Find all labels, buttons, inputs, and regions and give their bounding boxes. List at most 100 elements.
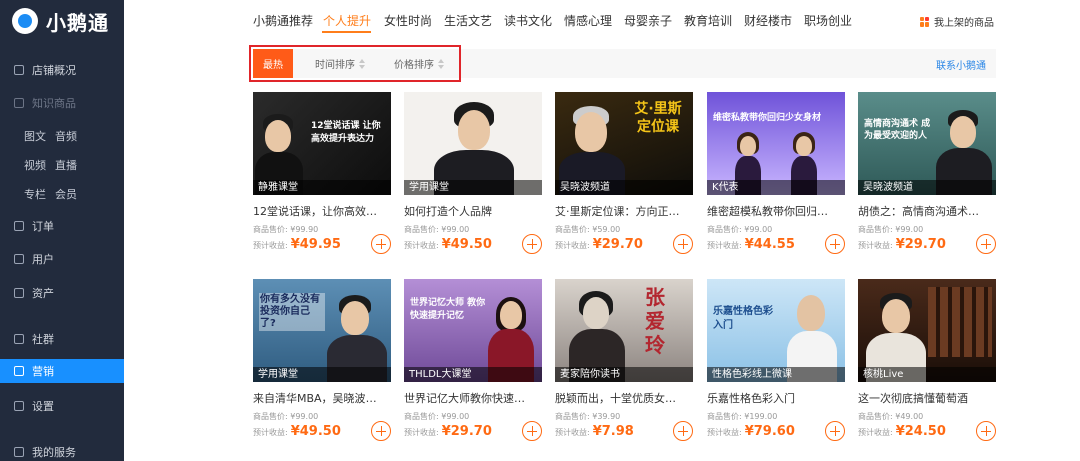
sidebar-item-label: 设置: [32, 400, 54, 413]
earn-prefix: 预计收益:: [253, 241, 288, 250]
thumb-banner: 维密私教带你回归少女身材: [713, 113, 822, 123]
thumb-banner: 你有多久没有 投资你自己了?: [259, 293, 325, 331]
wine-shelf-shape: [928, 287, 992, 357]
sidebar-item-assets[interactable]: 资产: [0, 281, 124, 305]
add-to-shelf-button[interactable]: [522, 421, 542, 441]
product-card[interactable]: 维密私教带你回归少女身材 K代表 维密超模私教带你回归少... 商品售价: ¥9…: [707, 92, 845, 254]
tab-career[interactable]: 职场创业: [804, 12, 852, 29]
tab-reading-culture[interactable]: 读书文化: [504, 12, 552, 29]
earn-prefix: 预计收益:: [858, 241, 893, 250]
thumb-banner: 12堂说话课 让你高效提升表达力: [311, 121, 381, 144]
tab-education[interactable]: 教育培训: [684, 12, 732, 29]
product-thumbnail: 世界记忆大师 教你快速提升记忆 THLDL大课堂: [404, 279, 542, 382]
sidebar-item-shop-overview[interactable]: 店铺概况: [0, 58, 124, 82]
price-value: ¥99.90: [290, 225, 319, 234]
user-icon: [14, 254, 24, 264]
shelf-icon: [920, 16, 930, 27]
product-card[interactable]: 世界记忆大师 教你快速提升记忆 THLDL大课堂 世界记亿大师教你快速提... …: [404, 279, 542, 441]
add-to-shelf-button[interactable]: [371, 234, 391, 254]
price-value: ¥99.00: [290, 412, 319, 421]
my-shelf-link[interactable]: 我上架的商品: [920, 14, 994, 29]
product-price: 商品售价: ¥199.00: [707, 411, 845, 422]
add-to-shelf-button[interactable]: [522, 234, 542, 254]
sidebar-subitem-live[interactable]: 直播: [55, 157, 77, 173]
product-price: 商品售价: ¥99.00: [858, 224, 996, 235]
product-price: 商品售价: ¥39.90: [555, 411, 693, 422]
tab-self-improvement[interactable]: 个人提升: [323, 12, 371, 29]
sidebar-item-knowledge-products[interactable]: 知识商品: [0, 91, 124, 115]
tab-life-arts[interactable]: 生活文艺: [444, 12, 492, 29]
sidebar: 小鹅通 店铺概况 知识商品 图文 音频 视频 直播 专栏 会员 订单 用户 资产…: [0, 0, 124, 461]
tab-parenting[interactable]: 母婴亲子: [624, 12, 672, 29]
product-title: 艾·里斯定位课：方向正确...: [555, 205, 681, 218]
product-card[interactable]: 学用课堂 如何打造个人品牌 商品售价: ¥99.00 预计收益: ¥49.50: [404, 92, 542, 254]
sidebar-item-users[interactable]: 用户: [0, 247, 124, 271]
add-to-shelf-button[interactable]: [673, 421, 693, 441]
thumb-banner: 世界记忆大师 教你快速提升记忆: [410, 298, 486, 321]
sidebar-item-orders[interactable]: 订单: [0, 214, 124, 238]
contact-link[interactable]: 联系小鹅通: [936, 57, 986, 72]
product-thumbnail: 乐嘉性格色彩 入门 性格色彩线上微课: [707, 279, 845, 382]
price-value: ¥99.00: [895, 225, 924, 234]
sidebar-subrow: 专栏 会员: [24, 186, 77, 202]
earn-prefix: 预计收益:: [555, 241, 590, 250]
add-to-shelf-button[interactable]: [976, 234, 996, 254]
thumb-banner: 高情商沟通术 成为最受欢迎的人: [864, 119, 931, 141]
thumb-label: 吴晓波频道: [555, 180, 693, 195]
app-name: 小鹅通: [46, 10, 109, 35]
order-icon: [14, 221, 24, 231]
earn-prefix: 预计收益:: [707, 241, 742, 250]
product-price: 商品售价: ¥49.00: [858, 411, 996, 422]
product-card[interactable]: 你有多久没有 投资你自己了? 学用课堂 来自清华MBA，吴晓波推... 商品售价…: [253, 279, 391, 441]
product-thumbnail: 高情商沟通术 成为最受欢迎的人 吴晓波频道: [858, 92, 996, 195]
price-prefix: 商品售价:: [707, 412, 745, 421]
marketing-icon: [14, 366, 24, 376]
tab-women-fashion[interactable]: 女性时尚: [384, 12, 432, 29]
sidebar-subrow: 图文 音频: [24, 128, 77, 144]
price-prefix: 商品售价:: [707, 225, 745, 234]
product-card[interactable]: 艾·里斯 定位课 吴晓波频道 艾·里斯定位课：方向正确... 商品售价: ¥59…: [555, 92, 693, 254]
add-to-shelf-button[interactable]: [976, 421, 996, 441]
sidebar-item-settings[interactable]: 设置: [0, 394, 124, 418]
add-to-shelf-button[interactable]: [825, 421, 845, 441]
product-card[interactable]: 乐嘉性格色彩 入门 性格色彩线上微课 乐嘉性格色彩入门 商品售价: ¥199.0…: [707, 279, 845, 441]
sidebar-subitem-column[interactable]: 专栏: [24, 186, 46, 202]
tab-recommend[interactable]: 小鹅通推荐: [253, 12, 313, 29]
heart-icon: [14, 447, 24, 457]
portrait-shape: [500, 301, 522, 329]
sidebar-subitem-video[interactable]: 视频: [24, 157, 46, 173]
sidebar-item-my-services[interactable]: 我的服务: [0, 440, 124, 461]
thumb-label: 学用课堂: [253, 367, 391, 382]
price-value: ¥59.00: [592, 225, 621, 234]
product-card[interactable]: 核桃Live 这一次彻底搞懂葡萄酒 商品售价: ¥49.00 预计收益: ¥24…: [858, 279, 996, 441]
sidebar-subitem-article[interactable]: 图文: [24, 128, 46, 144]
earn-value: ¥29.70: [592, 237, 643, 252]
grid-icon: [14, 98, 24, 108]
sidebar-subitem-member[interactable]: 会员: [55, 186, 77, 202]
price-prefix: 商品售价:: [858, 225, 896, 234]
add-to-shelf-button[interactable]: [825, 234, 845, 254]
add-to-shelf-button[interactable]: [673, 234, 693, 254]
product-card[interactable]: 张爱玲 麦家陪你读书 脱颖而出，十堂优质女性... 商品售价: ¥39.90 预…: [555, 279, 693, 441]
price-value: ¥99.00: [441, 225, 470, 234]
tab-finance-property[interactable]: 财经楼市: [744, 12, 792, 29]
price-prefix: 商品售价:: [555, 412, 593, 421]
thumb-label: THLDL大课堂: [404, 367, 542, 382]
sidebar-item-community[interactable]: 社群: [0, 327, 124, 351]
logo-icon: [12, 8, 38, 34]
thumb-banner: 艾·里斯 定位课: [634, 101, 682, 135]
add-to-shelf-button[interactable]: [371, 421, 391, 441]
product-thumbnail: 维密私教带你回归少女身材 K代表: [707, 92, 845, 195]
thumb-label: 学用课堂: [404, 180, 542, 195]
logo[interactable]: 小鹅通: [12, 6, 109, 36]
active-tab-indicator: [322, 31, 371, 33]
portrait-shape: [583, 297, 609, 329]
price-prefix: 商品售价:: [404, 225, 442, 234]
sidebar-subitem-audio[interactable]: 音频: [55, 128, 77, 144]
tab-emotion-psychology[interactable]: 情感心理: [564, 12, 612, 29]
sidebar-item-marketing[interactable]: 营销: [0, 359, 124, 383]
product-card[interactable]: 高情商沟通术 成为最受欢迎的人 吴晓波频道 胡债之：高情商沟通术，... 商品售…: [858, 92, 996, 254]
product-card[interactable]: 12堂说话课 让你高效提升表达力 静雅课堂 12堂说话课，让你高效提... 商品…: [253, 92, 391, 254]
product-thumbnail: 12堂说话课 让你高效提升表达力 静雅课堂: [253, 92, 391, 195]
earn-prefix: 预计收益:: [404, 241, 439, 250]
